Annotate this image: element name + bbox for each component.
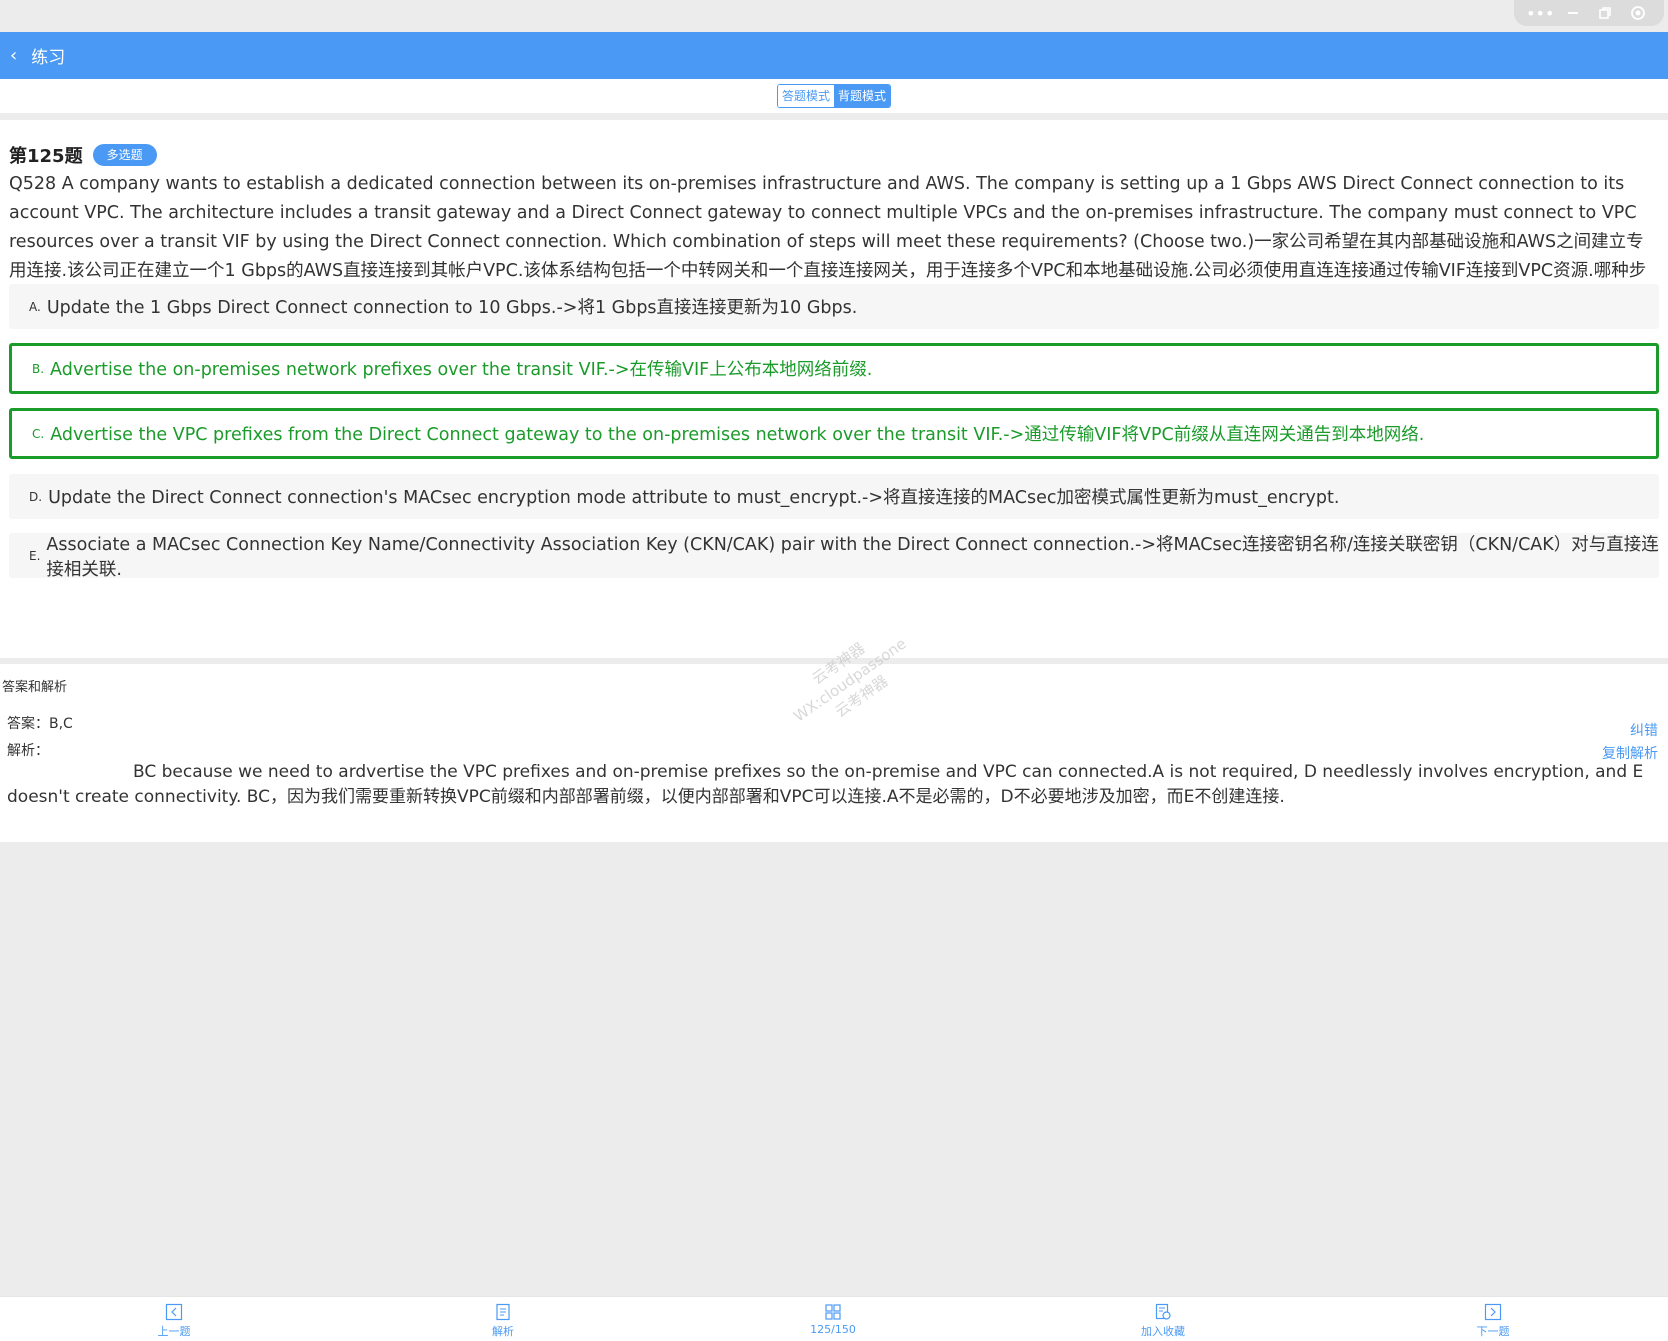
- restore-icon[interactable]: [1593, 3, 1617, 23]
- minimize-icon[interactable]: [1561, 3, 1585, 23]
- option-b[interactable]: B. Advertise the on-premises network pre…: [9, 343, 1659, 394]
- grid-icon: [825, 1304, 841, 1320]
- analysis-text: BC because we need to ardvertise the VPC…: [7, 762, 1644, 807]
- mode-bar: 答题模式 背题模式: [0, 79, 1668, 113]
- window-controls: •••: [1514, 0, 1664, 26]
- bottom-nav: 上一题 解析 125/150 加入收藏 下一题: [0, 1296, 1668, 1341]
- option-text: Update the Direct Connect connection's M…: [48, 488, 1340, 508]
- favorite-icon: [1155, 1303, 1171, 1320]
- question-grid-button[interactable]: 125/150: [793, 1303, 873, 1336]
- report-error-link[interactable]: 纠错: [1630, 720, 1658, 740]
- option-a[interactable]: A. Update the 1 Gbps Direct Connect conn…: [9, 284, 1659, 329]
- document-icon: [496, 1303, 510, 1321]
- option-letter: B.: [32, 361, 45, 376]
- chevron-left-icon: [165, 1303, 183, 1321]
- option-d[interactable]: D. Update the Direct Connect connection'…: [9, 474, 1659, 519]
- option-text: Associate a MACsec Connection Key Name/C…: [46, 534, 1659, 580]
- memorize-mode-tab[interactable]: 背题模式: [834, 85, 891, 107]
- option-letter: C.: [32, 426, 45, 441]
- analysis-label: 解析：: [7, 743, 49, 759]
- more-icon[interactable]: •••: [1526, 3, 1554, 23]
- option-letter: A.: [29, 299, 41, 314]
- question-panel: 第125题 多选题 Q528 A company wants to establ…: [0, 120, 1668, 658]
- option-text: Advertise the on-premises network prefix…: [50, 360, 873, 380]
- analysis-button[interactable]: 解析: [463, 1303, 543, 1339]
- close-icon[interactable]: [1626, 3, 1650, 23]
- option-text: Update the 1 Gbps Direct Connect connect…: [46, 298, 858, 318]
- question-number: 第125题: [9, 146, 83, 167]
- mode-switch: 答题模式 背题模式: [776, 84, 892, 108]
- option-text: Advertise the VPC prefixes from the Dire…: [50, 425, 1425, 445]
- prev-question-button[interactable]: 上一题: [134, 1303, 214, 1339]
- page-title: 练习: [31, 48, 66, 68]
- answer-mode-tab[interactable]: 答题模式: [777, 85, 834, 107]
- option-c[interactable]: C. Advertise the VPC prefixes from the D…: [9, 408, 1659, 459]
- top-nav-bar: ‹ 练习: [0, 32, 1668, 79]
- option-letter: E.: [29, 548, 41, 563]
- question-type-badge: 多选题: [92, 144, 157, 166]
- next-question-button[interactable]: 下一题: [1453, 1303, 1533, 1339]
- analysis-title: 答案和解析: [2, 680, 68, 695]
- chevron-right-icon: [1484, 1303, 1502, 1321]
- answer-text: 答案：B,C: [7, 716, 73, 732]
- option-e[interactable]: E. Associate a MACsec Connection Key Nam…: [9, 533, 1659, 580]
- question-header: 第125题 多选题: [9, 142, 157, 168]
- add-favorite-button[interactable]: 加入收藏: [1123, 1303, 1203, 1339]
- back-icon[interactable]: ‹: [10, 45, 17, 66]
- option-letter: D.: [29, 489, 43, 504]
